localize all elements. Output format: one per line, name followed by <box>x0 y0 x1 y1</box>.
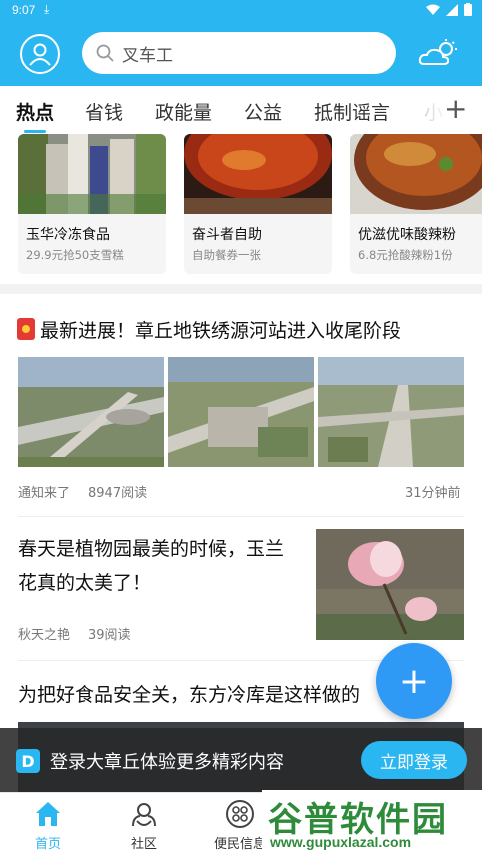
battery-icon <box>464 3 472 16</box>
tab-rumor[interactable]: 抵制谣言 <box>314 98 390 125</box>
card-title: 奋斗者自助 <box>192 227 262 243</box>
card-title: 玉华冷冻食品 <box>26 227 110 243</box>
search-bar[interactable]: 叉车工 <box>82 32 396 74</box>
avatar-icon[interactable] <box>20 34 60 74</box>
article-title[interactable]: 为把好食品安全关，东方冷库是这样做的 <box>18 680 398 707</box>
card-image <box>184 134 332 214</box>
tab-indicator <box>24 130 46 133</box>
list-divider <box>18 516 464 517</box>
nav-community[interactable]: 社区 <box>104 793 184 856</box>
article-reads: 8947阅读 <box>88 486 148 501</box>
home-icon <box>36 802 60 826</box>
article-photo[interactable] <box>318 357 464 467</box>
community-icon <box>132 803 156 827</box>
nav-label: 社区 <box>130 837 157 852</box>
article-title[interactable]: 最新进展！章丘地铁绣源河站进入收尾阶段 <box>40 316 401 343</box>
card-subtitle: 6.8元抢酸辣粉1份 <box>358 248 453 262</box>
deal-cards: 玉华冷冻食品 29.9元抢50支雪糕 奋斗者自助 自助餐券一张 优滋优味酸辣粉 … <box>0 134 482 276</box>
download-icon: ⤓ <box>44 2 50 16</box>
login-prompt: 登录大章丘体验更多精彩内容 <box>50 752 284 773</box>
weather-icon[interactable] <box>418 38 458 70</box>
article-photos <box>18 357 464 467</box>
tab-hot[interactable]: 热点 <box>16 98 54 125</box>
article-source: 通知来了 <box>18 486 71 501</box>
tab-save-money[interactable]: 省钱 <box>85 98 123 125</box>
category-tabs: 热点 省钱 政能量 公益 抵制谣言 小 + <box>0 86 482 134</box>
section-divider <box>0 284 482 294</box>
nav-label: 首页 <box>34 837 61 852</box>
article-photo[interactable] <box>18 357 164 467</box>
login-banner: D 登录大章丘体验更多精彩内容 立即登录 <box>0 728 482 792</box>
services-icon <box>226 800 254 828</box>
article-photo[interactable] <box>168 357 314 467</box>
tab-positive-energy[interactable]: 政能量 <box>155 98 212 125</box>
nav-home[interactable]: 首页 <box>8 793 88 856</box>
card-image <box>350 134 482 214</box>
watermark: 谷普软件园 www.gupuxlazal.com <box>262 790 482 856</box>
article-reads: 39阅读 <box>88 628 131 643</box>
search-icon <box>96 44 114 62</box>
watermark-url: www.gupuxlazal.com <box>270 834 412 850</box>
card-subtitle: 自助餐券一张 <box>192 248 261 262</box>
login-button[interactable]: 立即登录 <box>361 741 467 779</box>
wifi-icon <box>426 4 440 15</box>
article-thumbnail[interactable] <box>316 529 464 640</box>
signal-icon <box>446 3 458 16</box>
status-bar: 9:07 ⤓ <box>0 0 482 22</box>
deal-card[interactable]: 玉华冷冻食品 29.9元抢50支雪糕 <box>18 134 166 274</box>
deal-card[interactable]: 奋斗者自助 自助餐券一张 <box>184 134 332 274</box>
article-source: 秋天之艳 <box>18 628 71 643</box>
add-tab-button[interactable]: + <box>444 94 467 124</box>
article-time: 31分钟前 <box>405 486 461 501</box>
tab-charity[interactable]: 公益 <box>244 98 282 125</box>
status-time: 9:07 <box>12 3 36 17</box>
deal-card[interactable]: 优滋优味酸辣粉 6.8元抢酸辣粉1份 <box>350 134 482 274</box>
search-input[interactable]: 叉车工 <box>122 41 173 66</box>
app-logo-icon: D <box>16 749 40 773</box>
article-title[interactable]: 春天是植物园最美的时候，玉兰花真的太美了！ <box>18 532 300 600</box>
card-title: 优滋优味酸辣粉 <box>358 227 456 243</box>
card-image <box>18 134 166 214</box>
card-subtitle: 29.9元抢50支雪糕 <box>26 248 124 262</box>
red-packet-icon <box>17 318 35 340</box>
create-post-button[interactable]: + <box>376 643 452 719</box>
app-header: 叉车工 <box>0 22 482 86</box>
